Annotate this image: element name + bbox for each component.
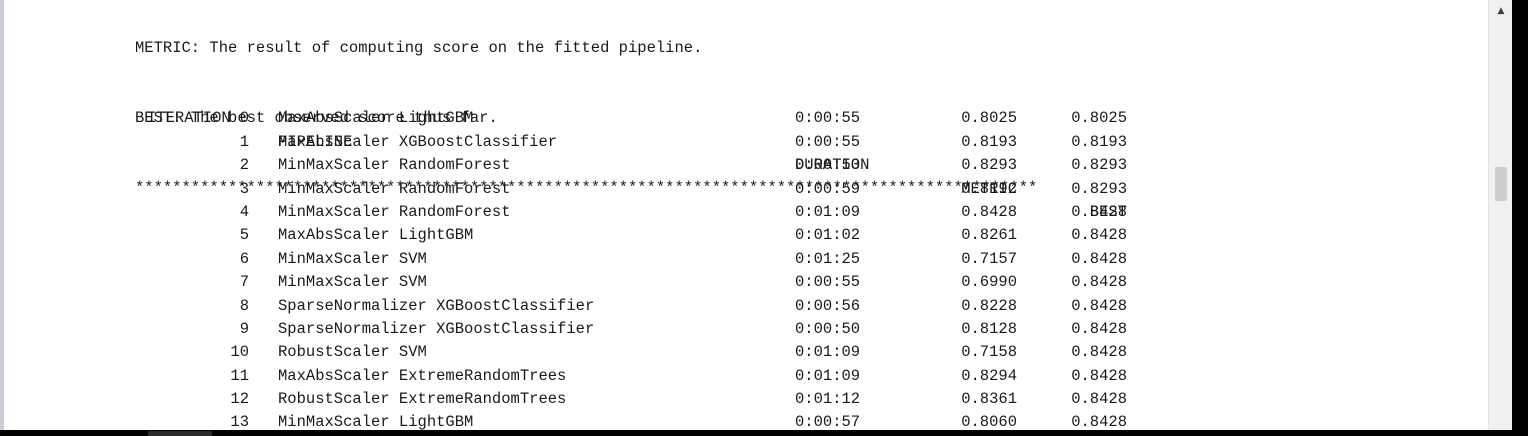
table-row: 0 MaxAbsScaler LightGBM 0:00:55 0.8025 0.802… <box>4 107 1304 130</box>
cell-best: 0.8428 <box>1071 273 1127 292</box>
table-header-row: ITERATION PIPELINE DURATION METRIC BEST <box>4 84 1304 221</box>
cell-metric: 0.8261 <box>961 226 1017 245</box>
cell-metric: 0.8294 <box>961 366 1017 385</box>
cell-best: 0.8428 <box>1071 202 1127 221</box>
cell-iteration: 6 <box>239 249 249 268</box>
cell-duration: 0:00:53 <box>795 156 861 175</box>
taskbar-fragment <box>148 431 212 436</box>
cell-pipeline: MinMaxScaler RandomForest <box>278 179 511 198</box>
metric-description: METRIC: The result of computing score on… <box>135 38 703 57</box>
table-row: 7 MinMaxScaler SVM 0:00:55 0.6990 0.8428 <box>4 271 1304 294</box>
cell-metric: 0.7157 <box>961 249 1017 268</box>
cell-pipeline: SparseNormalizer XGBoostClassifier <box>278 319 595 338</box>
cell-metric: 0.8228 <box>961 296 1017 315</box>
cell-iteration: 2 <box>239 156 249 175</box>
cell-pipeline: MaxAbsScaler ExtremeRandomTrees <box>278 366 567 385</box>
cell-pipeline: MinMaxScaler LightGBM <box>278 413 474 430</box>
cell-iteration: 0 <box>239 109 249 128</box>
cell-metric: 0.8128 <box>961 319 1017 338</box>
cell-iteration: 1 <box>239 132 249 151</box>
cell-pipeline: MinMaxScaler SVM <box>278 249 427 268</box>
cell-iteration: 4 <box>239 202 249 221</box>
cell-best: 0.8293 <box>1071 156 1127 175</box>
table-row: 12 RobustScaler ExtremeRandomTrees 0:01:12… <box>4 388 1304 411</box>
table-row: 1 MaxAbsScaler XGBoostClassifier 0:00:55 0.… <box>4 131 1304 154</box>
cell-duration: 0:00:55 <box>795 132 861 151</box>
cell-metric: 0.8293 <box>961 156 1017 175</box>
cell-iteration: 5 <box>239 226 249 245</box>
screen-right-edge <box>1512 0 1528 436</box>
cell-pipeline: RobustScaler ExtremeRandomTrees <box>278 390 567 409</box>
console-window: METRIC: The result of computing score on… <box>0 0 1528 436</box>
iteration-table: ITERATION PIPELINE DURATION METRIC BEST … <box>4 84 1304 430</box>
cell-pipeline: MaxAbsScaler XGBoostClassifier <box>278 132 558 151</box>
cell-duration: 0:00:55 <box>795 109 861 128</box>
cell-best: 0.8428 <box>1071 226 1127 245</box>
cell-metric: 0.7158 <box>961 343 1017 362</box>
cell-metric: 0.8193 <box>961 132 1017 151</box>
table-body: 0 MaxAbsScaler LightGBM 0:00:55 0.8025 0.802… <box>4 107 1304 430</box>
cell-iteration: 9 <box>239 319 249 338</box>
cell-iteration: 11 <box>230 366 249 385</box>
cell-best: 0.8293 <box>1071 179 1127 198</box>
scroll-up-arrow-icon[interactable]: ▲ <box>1489 2 1513 20</box>
cell-duration: 0:01:12 <box>795 390 861 409</box>
cell-metric: 0.8428 <box>961 202 1017 221</box>
cell-duration: 0:00:57 <box>795 413 861 430</box>
table-row: 11 MaxAbsScaler ExtremeRandomTrees 0:01:09… <box>4 365 1304 388</box>
cell-pipeline: MinMaxScaler SVM <box>278 273 427 292</box>
cell-duration: 0:01:02 <box>795 226 861 245</box>
cell-metric: 0.8361 <box>961 390 1017 409</box>
cell-duration: 0:01:25 <box>795 249 861 268</box>
cell-duration: 0:00:50 <box>795 319 861 338</box>
cell-duration: 0:01:09 <box>795 202 861 221</box>
cell-iteration: 8 <box>239 296 249 315</box>
cell-iteration: 13 <box>230 413 249 430</box>
cell-best: 0.8428 <box>1071 413 1127 430</box>
table-row: 10 RobustScaler SVM 0:01:09 0.7158 0.8428 <box>4 341 1304 364</box>
table-row: 5 MaxAbsScaler LightGBM 0:01:02 0.8261 0.842… <box>4 224 1304 247</box>
cell-best: 0.8428 <box>1071 296 1127 315</box>
table-row: 8 SparseNormalizer XGBoostClassifier 0:00:… <box>4 295 1304 318</box>
table-row: 2 MinMaxScaler RandomForest 0:00:53 0.8293 0… <box>4 154 1304 177</box>
cell-best: 0.8428 <box>1071 390 1127 409</box>
cell-metric: 0.8060 <box>961 413 1017 430</box>
table-row: 9 SparseNormalizer XGBoostClassifier 0:00:… <box>4 318 1304 341</box>
cell-metric: 0.8192 <box>961 179 1017 198</box>
cell-best: 0.8428 <box>1071 343 1127 362</box>
cell-pipeline: MinMaxScaler RandomForest <box>278 156 511 175</box>
cell-pipeline: MaxAbsScaler LightGBM <box>278 226 474 245</box>
cell-duration: 0:00:55 <box>795 273 861 292</box>
cell-metric: 0.6990 <box>961 273 1017 292</box>
cell-metric: 0.8025 <box>961 109 1017 128</box>
cell-best: 0.8428 <box>1071 319 1127 338</box>
cell-duration: 0:00:56 <box>795 296 861 315</box>
cell-pipeline: MinMaxScaler RandomForest <box>278 202 511 221</box>
cell-duration: 0:00:59 <box>795 179 861 198</box>
table-row: 13 MinMaxScaler LightGBM 0:00:57 0.8060 0.84… <box>4 411 1304 430</box>
cell-pipeline: MaxAbsScaler LightGBM <box>278 109 474 128</box>
cell-iteration: 3 <box>239 179 249 198</box>
cell-iteration: 7 <box>239 273 249 292</box>
cell-duration: 0:01:09 <box>795 366 861 385</box>
cell-iteration: 12 <box>230 390 249 409</box>
cell-pipeline: RobustScaler SVM <box>278 343 427 362</box>
cell-pipeline: SparseNormalizer XGBoostClassifier <box>278 296 595 315</box>
cell-duration: 0:01:09 <box>795 343 861 362</box>
scrollbar-thumb[interactable] <box>1495 167 1507 201</box>
table-row: 3 MinMaxScaler RandomForest 0:00:59 0.8192 0… <box>4 178 1304 201</box>
console-output: METRIC: The result of computing score on… <box>4 0 1488 430</box>
cell-best: 0.8428 <box>1071 249 1127 268</box>
cell-best: 0.8025 <box>1071 109 1127 128</box>
table-row: 4 MinMaxScaler RandomForest 0:01:09 0.8428 0… <box>4 201 1304 224</box>
cell-iteration: 10 <box>230 343 249 362</box>
cell-best: 0.8428 <box>1071 366 1127 385</box>
cell-best: 0.8193 <box>1071 132 1127 151</box>
vertical-scrollbar[interactable]: ▲ <box>1488 0 1513 430</box>
table-row: 6 MinMaxScaler SVM 0:01:25 0.7157 0.8428 <box>4 248 1304 271</box>
